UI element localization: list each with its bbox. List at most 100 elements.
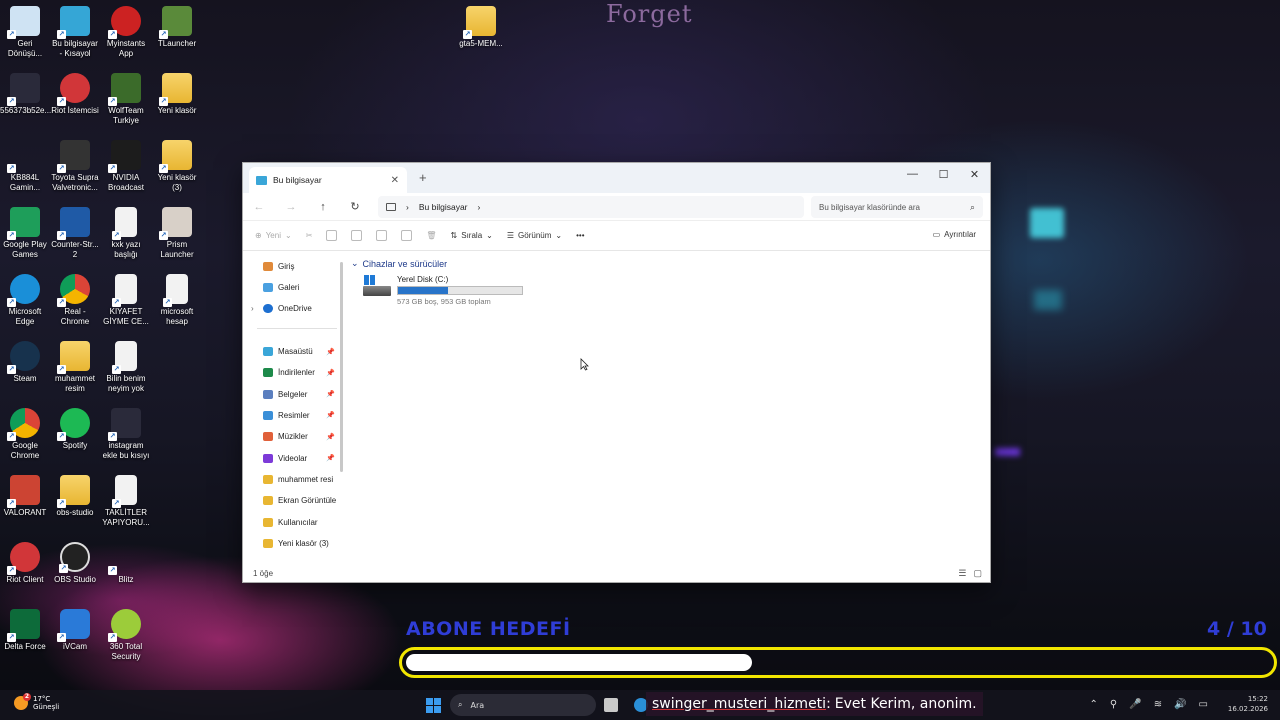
wifi-icon[interactable]: ≋ [1154, 699, 1162, 710]
search-input[interactable]: Bu bilgisayar klasöründe ara ⌕ [811, 196, 983, 218]
desktop-icon[interactable]: gta5-MEM... [456, 0, 506, 49]
task-view-icon[interactable] [604, 698, 618, 712]
sidebar-item-pinned[interactable]: Videolar 📌 [263, 453, 337, 463]
desktop-icon[interactable]: TLauncher [152, 0, 202, 49]
tab-bu-bilgisayar[interactable]: Bu bilgisayar ✕ [249, 167, 407, 193]
desktop-icon[interactable]: Steam [0, 335, 50, 384]
taskbar-search[interactable]: ⌕ Ara [450, 694, 596, 716]
desktop-icon[interactable]: Bilin benim neyim yok [101, 335, 151, 394]
weather-widget[interactable]: 2 17°C Güneşli [14, 693, 59, 711]
desktop-icon[interactable]: Prism Launcher [152, 201, 202, 260]
mouse-cursor-icon [580, 358, 589, 371]
cut-button[interactable]: ✂ [306, 231, 313, 240]
details-pane-button[interactable]: ▭ Ayrıntılar [933, 230, 976, 239]
desktop-icon[interactable]: Microsoft Edge [0, 268, 50, 327]
up-arrow-icon[interactable]: ↑ [307, 201, 339, 213]
rename-button[interactable] [376, 230, 388, 241]
new-tab-button[interactable]: + [419, 170, 427, 185]
drive-item-c[interactable]: Yerel Disk (C:) 573 GB boş, 953 GB topla… [363, 275, 523, 306]
start-button[interactable] [426, 698, 441, 713]
desktop-icon[interactable]: microsoft hesap [152, 268, 202, 327]
desktop-icon[interactable]: 556373b52e... [0, 67, 51, 116]
breadcrumb[interactable]: Bu bilgisayar [419, 202, 468, 212]
desktop-icon[interactable]: VALORANT [0, 469, 50, 518]
sidebar-item-pinned[interactable]: İndirilenler 📌 [263, 368, 337, 378]
refresh-icon[interactable]: ↻ [339, 200, 371, 213]
clock[interactable]: 15:22 16.02.2026 [1228, 694, 1268, 714]
ivcam-icon [57, 609, 90, 642]
battery-icon[interactable]: ▭ [1199, 699, 1208, 710]
minimize-button[interactable]: — [897, 163, 928, 185]
desktop-icon[interactable]: Bu bilgisayar - Kısayol [50, 0, 100, 59]
desktop-icon[interactable]: Blitz [101, 536, 151, 585]
desktop-icon[interactable]: WolfTeam Turkiye [101, 67, 151, 126]
desktop-icon[interactable]: Real - Chrome [50, 268, 100, 327]
desktop-icon[interactable]: Yeni klasör (3) [152, 134, 202, 193]
sidebar-item-label: Galeri [278, 283, 300, 292]
desktop-icon[interactable]: Riot İstemcisi [50, 67, 100, 116]
sidebar-item-folder[interactable]: Yeni klasör (3) [263, 538, 337, 548]
desktop-icon[interactable]: Spotify [50, 402, 100, 451]
paste-button[interactable] [351, 230, 363, 241]
desktop-icon[interactable]: TAKLİTLER YAPIYORU... [101, 469, 151, 528]
delete-button[interactable]: 🗑 [426, 231, 436, 240]
sidebar-item-gallery[interactable]: Galeri [263, 283, 337, 292]
group-header[interactable]: ⌄ Cihazlar ve sürücüler [351, 258, 990, 269]
chevron-right-icon[interactable]: › [251, 304, 254, 313]
sort-button[interactable]: ⇅ Sırala ⌄ [451, 231, 493, 240]
sidebar-item-pinned[interactable]: Resimler 📌 [263, 410, 337, 420]
forward-arrow-icon[interactable]: → [275, 201, 307, 213]
sidebar-item-pinned[interactable]: Masaüstü 📌 [263, 347, 337, 356]
desktop-icon[interactable]: Toyota Supra Valvetronic... [50, 134, 100, 193]
desktop-icon[interactable]: Counter-Str... 2 [50, 201, 100, 260]
sidebar-item-home[interactable]: Giriş [263, 262, 337, 271]
sidebar-item-folder[interactable]: muhammet resi [263, 475, 337, 484]
desktop-icon[interactable]: instagram ekle bu kısıyı [101, 402, 151, 461]
share-button[interactable] [401, 230, 413, 241]
desktop-icon[interactable]: NVIDIA Broadcast [101, 134, 151, 193]
desktop-icon[interactable]: kxk yazı başlığı [101, 201, 151, 260]
back-arrow-icon[interactable]: ← [243, 201, 275, 213]
pin-icon[interactable]: 📌 [326, 390, 335, 398]
close-tab-icon[interactable]: ✕ [391, 175, 399, 186]
desktop-icon[interactable]: OBS Studio [50, 536, 100, 585]
network-icon[interactable]: ⚲ [1110, 699, 1117, 710]
close-button[interactable]: ✕ [959, 163, 990, 185]
more-options-button[interactable]: ••• [576, 231, 584, 240]
pin-icon[interactable]: 📌 [326, 454, 335, 462]
maximize-button[interactable]: ☐ [928, 163, 959, 185]
pin-icon[interactable]: 📌 [326, 433, 335, 441]
sidebar-item-folder[interactable]: Ekran Görüntüle [263, 496, 337, 506]
desktop-icon[interactable]: Myinstants App [101, 0, 151, 59]
pin-icon[interactable]: 📌 [326, 411, 335, 419]
desktop-icon[interactable]: Google Play Games [0, 201, 50, 260]
new-button[interactable]: ⊕ Yeni ⌄ [255, 231, 292, 240]
copy-button[interactable] [326, 230, 338, 241]
chevron-right-icon[interactable]: › [478, 202, 481, 212]
desktop-icon[interactable]: Riot Client [0, 536, 50, 585]
sidebar-item-pinned[interactable]: Müzikler 📌 [263, 432, 337, 442]
microphone-icon[interactable]: 🎤 [1129, 699, 1141, 710]
sidebar-item-folder[interactable]: Kullanıcılar [263, 517, 337, 527]
desktop-icon[interactable]: KB884L Gamin... [0, 134, 50, 193]
sidebar-item-pinned[interactable]: Belgeler 📌 [263, 389, 337, 399]
sidebar-item-onedrive[interactable]: OneDrive [263, 304, 337, 313]
address-field[interactable]: › Bu bilgisayar › [378, 196, 804, 218]
desktop-icon[interactable]: Delta Force [0, 603, 50, 652]
tiles-view-icon[interactable]: ▢ [973, 568, 982, 579]
volume-icon[interactable]: 🔊 [1174, 699, 1186, 710]
desktop-icon[interactable]: KIYAFET GİYME CE... [101, 268, 151, 327]
chevron-up-icon[interactable]: ⌃ [1090, 699, 1098, 710]
desktop-icon[interactable]: Google Chrome [0, 402, 50, 461]
desktop-icon[interactable]: Geri Dönüşü... [0, 0, 50, 59]
desktop-icon[interactable]: muhammet resim [50, 335, 100, 394]
pin-icon[interactable]: 📌 [326, 369, 335, 377]
desktop-icon[interactable]: obs-studio [50, 469, 100, 518]
desktop-icon[interactable]: 360 Total Security [101, 603, 151, 662]
view-button[interactable]: ☰ Görünüm ⌄ [507, 231, 562, 240]
pin-icon[interactable]: 📌 [326, 348, 335, 356]
details-view-icon[interactable]: ☰ [958, 568, 966, 579]
desktop-icon[interactable]: iVCam [50, 603, 100, 652]
desktop-icon[interactable]: Yeni klasör [152, 67, 202, 116]
nav-scrollbar[interactable] [340, 262, 343, 472]
